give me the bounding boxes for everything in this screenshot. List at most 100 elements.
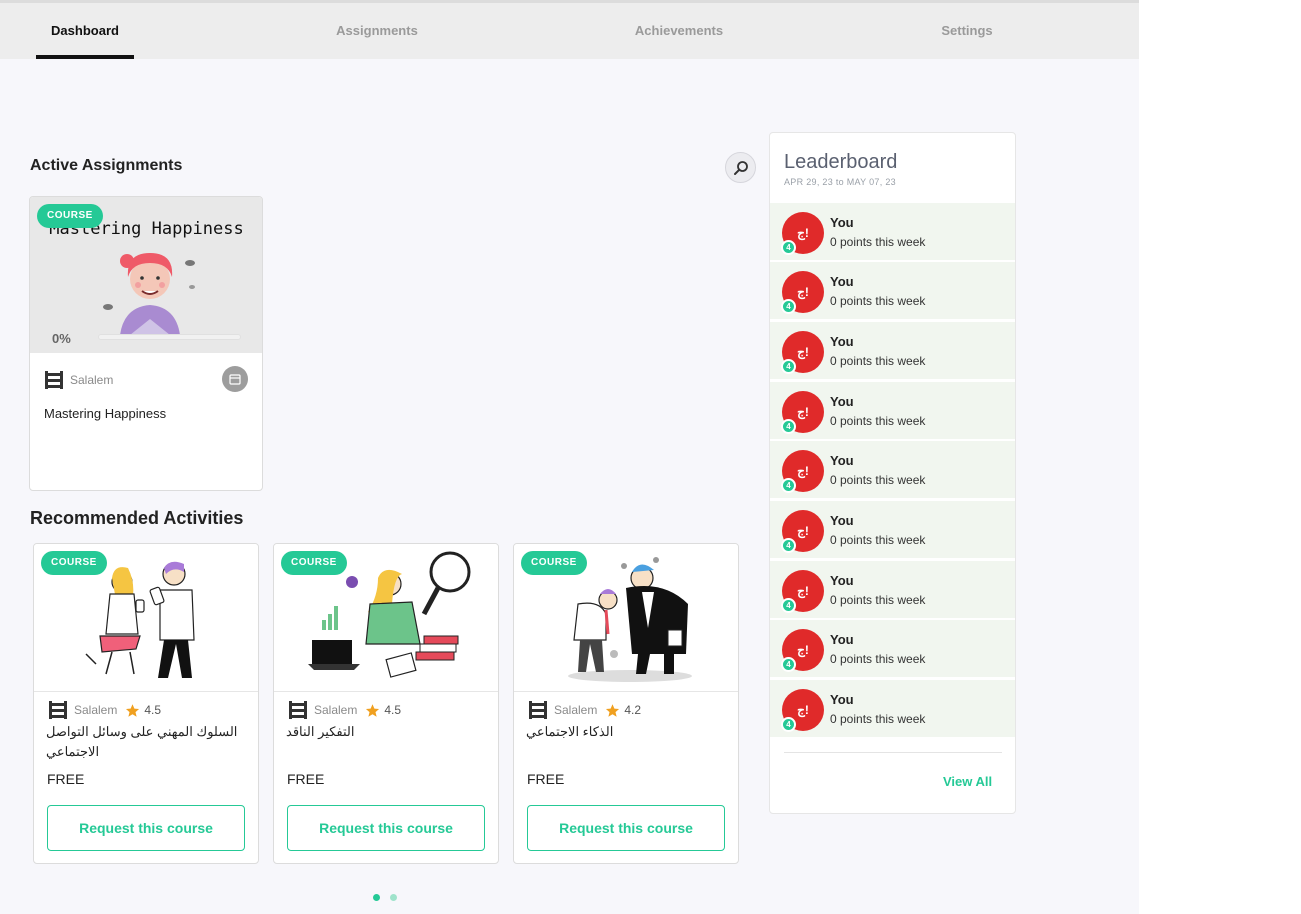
avatar-initials: ج! [797, 643, 809, 657]
calendar-icon [229, 374, 241, 385]
leaderboard-name: You [830, 334, 854, 349]
tab-achievements[interactable]: Achievements [629, 3, 729, 59]
star-icon [606, 703, 620, 717]
leaderboard-name: You [830, 513, 854, 528]
assignment-name: Mastering Happiness [44, 406, 167, 421]
rank-badge: 4 [781, 419, 796, 434]
rank-badge: 4 [781, 717, 796, 732]
tab-bar: Dashboard Assignments Achievements Setti… [0, 3, 1139, 59]
search-button[interactable] [725, 152, 756, 183]
rating: 4.2 [605, 703, 641, 718]
request-course-button[interactable]: Request this course [47, 805, 245, 851]
avatar-initials: ج! [797, 464, 809, 478]
leaderboard-row: ج! 4 You 0 points this week [770, 680, 1015, 738]
salalem-logo-icon [45, 371, 63, 389]
course-card[interactable]: COURSE Salalem 4.5 التفكير الناقد FREE R… [273, 543, 499, 864]
calendar-button[interactable] [222, 366, 248, 392]
leaderboard-name: You [830, 692, 854, 707]
leaderboard-name: You [830, 394, 854, 409]
course-price: FREE [47, 771, 85, 787]
avatar-initials: ج! [797, 345, 809, 359]
course-badge: COURSE [37, 204, 103, 228]
avatar-initials: ج! [797, 405, 809, 419]
pager-dot[interactable] [373, 894, 380, 901]
leaderboard-date-range: APR 29, 23 to MAY 07, 23 [784, 177, 896, 187]
leaderboard-points: 0 points this week [830, 652, 926, 666]
leaderboard-name: You [830, 632, 854, 647]
salalem-logo-icon [529, 701, 547, 719]
salalem-logo-icon [289, 701, 307, 719]
provider-name: Salalem [74, 703, 118, 717]
rank-badge: 4 [781, 538, 796, 553]
star-icon [366, 703, 380, 717]
provider-name: Salalem [70, 373, 114, 387]
leaderboard-row: ج! 4 You 0 points this week [770, 561, 1015, 619]
app-root: Dashboard Assignments Achievements Setti… [0, 0, 1139, 914]
leaderboard-points: 0 points this week [830, 294, 926, 308]
tab-assignments[interactable]: Assignments [327, 3, 427, 59]
leaderboard-points: 0 points this week [830, 473, 926, 487]
avatar-initials: ج! [797, 703, 809, 717]
divider [784, 752, 1002, 753]
course-title: الذكاء الاجتماعي [526, 724, 614, 739]
rating-value: 4.5 [144, 703, 162, 717]
course-title: السلوك المهني على وسائل التواصل الاجتماع… [46, 724, 238, 759]
leaderboard-name: You [830, 453, 854, 468]
leaderboard-name: You [830, 274, 854, 289]
leaderboard-points: 0 points this week [830, 593, 926, 607]
tab-dashboard[interactable]: Dashboard [36, 3, 134, 59]
leaderboard-row: ج! 4 You 0 points this week [770, 382, 1015, 440]
course-title: التفكير الناقد [286, 724, 355, 739]
pager-dot[interactable] [390, 894, 397, 901]
rank-badge: 4 [781, 478, 796, 493]
request-course-button[interactable]: Request this course [287, 805, 485, 851]
leaderboard-row: ج! 4 You 0 points this week [770, 441, 1015, 499]
recommended-title: Recommended Activities [30, 508, 244, 528]
course-card[interactable]: COURSE Salalem 4.2 الذكاء الاجتماعي FREE… [513, 543, 739, 864]
rating: 4.5 [125, 703, 161, 718]
carousel-pager [373, 894, 397, 901]
leaderboard-row: ج! 4 You 0 points this week [770, 620, 1015, 678]
provider-row: Salalem 4.5 [288, 700, 401, 720]
leaderboard-row: ج! 4 You 0 points this week [770, 322, 1015, 380]
avatar-initials: ج! [797, 584, 809, 598]
progress-bar [98, 334, 241, 340]
provider-name: Salalem [314, 703, 358, 717]
leaderboard-row: ج! 4 You 0 points this week [770, 262, 1015, 320]
search-icon [733, 160, 748, 175]
avatar-initials: ج! [797, 524, 809, 538]
tab-settings[interactable]: Settings [932, 3, 1002, 59]
star-icon [126, 703, 140, 717]
active-assignments-title: Active Assignments [30, 157, 183, 174]
salalem-logo-icon [49, 701, 67, 719]
course-badge: COURSE [281, 551, 347, 575]
course-card[interactable]: COURSE Salalem 4.5 السلوك المهني على وسا… [33, 543, 259, 864]
leaderboard-name: You [830, 573, 854, 588]
rating-value: 4.2 [624, 703, 642, 717]
assignment-card[interactable]: Mastering Happiness 0% COURSE Salalem Ma… [29, 196, 263, 491]
course-price: FREE [527, 771, 565, 787]
rating: 4.5 [365, 703, 401, 718]
rating-value: 4.5 [384, 703, 402, 717]
progress-percent: 0% [52, 331, 71, 346]
leaderboard-title: Leaderboard [784, 151, 898, 173]
leaderboard-points: 0 points this week [830, 533, 926, 547]
leaderboard-row: ج! 4 You 0 points this week [770, 203, 1015, 261]
provider-row: Salalem 4.5 [48, 700, 161, 720]
course-badge: COURSE [41, 551, 107, 575]
leaderboard-name: You [830, 215, 854, 230]
provider-name: Salalem [554, 703, 598, 717]
view-all-link[interactable]: View All [943, 774, 992, 789]
rank-badge: 4 [781, 359, 796, 374]
leaderboard-row: ج! 4 You 0 points this week [770, 501, 1015, 559]
girl-illustration [103, 253, 195, 335]
rank-badge: 4 [781, 240, 796, 255]
course-price: FREE [287, 771, 325, 787]
leaderboard-panel: Leaderboard APR 29, 23 to MAY 07, 23 ج! 4… [769, 132, 1016, 814]
rank-badge: 4 [781, 598, 796, 613]
request-course-button[interactable]: Request this course [527, 805, 725, 851]
avatar-initials: ج! [797, 285, 809, 299]
leaderboard-points: 0 points this week [830, 414, 926, 428]
avatar-initials: ج! [797, 226, 809, 240]
leaderboard-points: 0 points this week [830, 354, 926, 368]
